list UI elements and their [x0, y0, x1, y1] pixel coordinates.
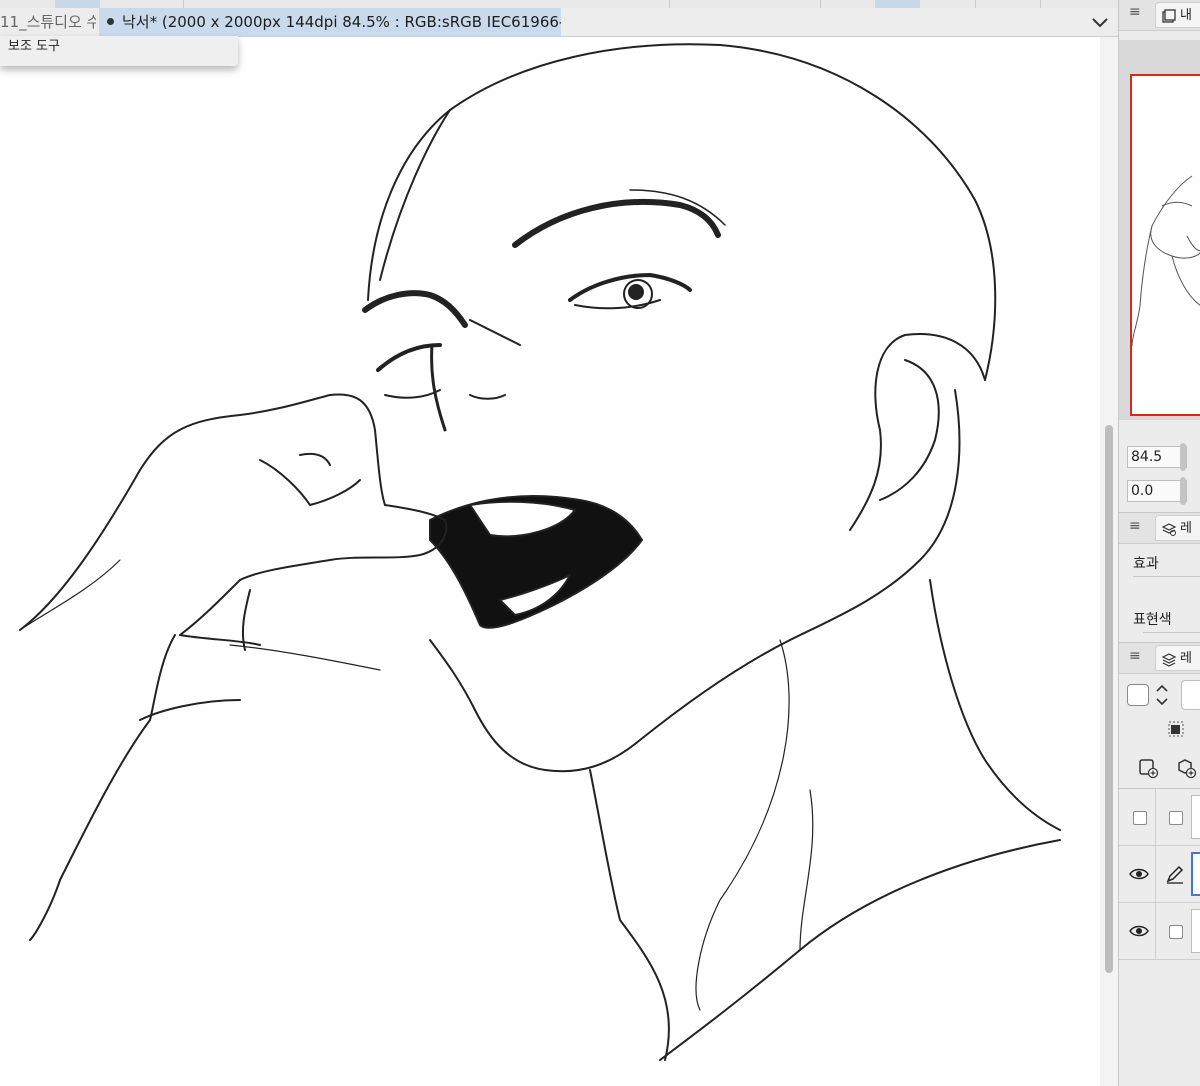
rotation-slider-handle[interactable]: [1180, 477, 1186, 505]
canvas-vertical-scrollbar[interactable]: [1100, 37, 1118, 1086]
tooltip-sub-tool: 보조 도구: [0, 36, 238, 66]
toolbar-divider: [975, 0, 976, 8]
tab-navigator-label: 내: [1180, 8, 1192, 23]
opacity-field[interactable]: [1181, 680, 1200, 710]
zoom-value: 84.5: [1131, 449, 1163, 465]
stepper-arrows-icon[interactable]: [1153, 682, 1171, 708]
tab-layer-property[interactable]: 레: [1155, 515, 1200, 541]
navigator-preview-area[interactable]: [1119, 40, 1200, 420]
sketch-artwork: [19, 43, 1061, 1061]
blend-mode-swatch[interactable]: [1127, 684, 1149, 706]
navigator-icon: [1162, 9, 1176, 23]
zoom-slider-handle[interactable]: [1180, 443, 1186, 471]
expression-color-label: 표현색: [1133, 612, 1172, 628]
expression-color-underline: [1143, 632, 1200, 633]
tab-studio[interactable]: 11_스튜디오 수: [0, 8, 96, 36]
effect-label: 효과: [1133, 556, 1159, 572]
toolbar-divider: [183, 0, 184, 8]
toolbar-divider: [820, 0, 821, 8]
layer-row-divider: [1155, 903, 1156, 959]
layer-lock-toggle[interactable]: [1165, 807, 1185, 827]
tab-doodle[interactable]: 낙서* (2000 x 2000px 144dpi 84.5% : RGB:sR…: [99, 8, 561, 36]
tab-layer[interactable]: 레: [1155, 645, 1200, 671]
toolbar-divider: [1040, 0, 1041, 8]
navigator-thumbnail: [1131, 175, 1200, 347]
pen-icon[interactable]: [1165, 864, 1185, 884]
layer-row-selected[interactable]: [1119, 846, 1200, 903]
chevron-down-icon[interactable]: [1090, 12, 1110, 32]
hamburger-menu-icon[interactable]: ≡: [1129, 649, 1141, 663]
tooltip-label: 보조 도구: [8, 39, 60, 54]
lock-checkbox: [1169, 811, 1183, 825]
layer-property-icon: [1161, 523, 1177, 536]
tab-doodle-label: 낙서* (2000 x 2000px 144dpi 84.5% : RGB:sR…: [122, 13, 561, 31]
hamburger-menu-icon[interactable]: ≡: [1129, 5, 1141, 19]
layer-property-panel-header: ≡ 레: [1119, 513, 1200, 544]
tab-layer-label: 레: [1180, 651, 1192, 666]
tab-navigator[interactable]: 내: [1155, 2, 1200, 28]
navigator-view-frame: [1130, 74, 1200, 416]
eye-icon[interactable]: [1129, 921, 1149, 941]
layer-row[interactable]: [1119, 789, 1200, 846]
unsaved-dot-icon: [107, 18, 114, 25]
layer-thumbnail: [1191, 795, 1200, 839]
layer-visibility-toggle[interactable]: [1129, 807, 1149, 827]
right-dock-panel: ≡ 내 84.5 0.0 ≡ 레 효과 표현색 ≡ 레: [1118, 0, 1200, 1086]
layers-icon: [1161, 653, 1177, 667]
tab-studio-label: 11_스튜디오 수: [0, 13, 96, 31]
lock-checkbox: [1169, 925, 1183, 939]
navigator-panel-header: ≡ 내: [1119, 0, 1200, 31]
layer-lock-toggle[interactable]: [1165, 921, 1185, 941]
toolbar-highlight: [875, 0, 920, 8]
tab-layer-property-label: 레: [1180, 521, 1192, 536]
new-raster-layer-icon[interactable]: [1137, 757, 1159, 779]
layer-panel-header: ≡ 레: [1119, 643, 1200, 674]
document-tab-bar: 11_스튜디오 수 낙서* (2000 x 2000px 144dpi 84.5…: [0, 8, 1118, 37]
scrollbar-thumb[interactable]: [1105, 425, 1113, 973]
clip-to-layer-icon[interactable]: [1165, 718, 1187, 740]
layer-row-divider: [1155, 846, 1156, 902]
zoom-input[interactable]: 84.5: [1127, 443, 1187, 471]
layer-thumbnail: [1191, 852, 1200, 896]
rotation-value: 0.0: [1131, 483, 1154, 499]
effect-underline: [1133, 576, 1200, 577]
layer-thumbnail: [1191, 909, 1200, 953]
layer-row-divider: [1155, 789, 1156, 845]
toolbar-divider: [669, 0, 670, 8]
toolbar-highlight: [55, 0, 100, 8]
drawing-canvas[interactable]: [0, 37, 1100, 1086]
layer-row[interactable]: [1119, 903, 1200, 960]
eye-icon[interactable]: [1129, 864, 1149, 884]
top-toolbar-strip: [0, 0, 1200, 8]
visibility-checkbox: [1133, 811, 1147, 825]
rotation-input[interactable]: 0.0: [1127, 477, 1187, 505]
new-vector-layer-icon[interactable]: [1175, 757, 1197, 779]
hamburger-menu-icon[interactable]: ≡: [1129, 519, 1141, 533]
